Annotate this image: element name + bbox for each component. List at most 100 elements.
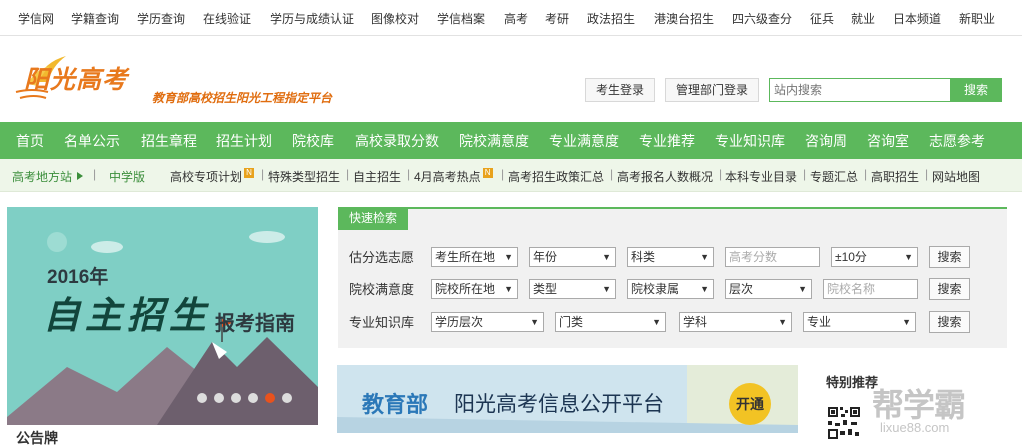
subnav-link-vocational[interactable]: 高职招生 <box>871 168 919 185</box>
banner-subtitle: 报考指南 <box>215 313 295 335</box>
site-slogan: 教育部高校招生阳光工程指定平台 <box>152 91 333 105</box>
topbar-link-xueli[interactable]: 学历查询 <box>137 10 185 27</box>
college-type-select[interactable]: 类型 ▼ <box>529 279 616 299</box>
main-nav: 首页 名单公示 招生章程 招生计划 院校库 高校录取分数 院校满意度 专业满意度… <box>0 122 1022 159</box>
nav-item-consult-room[interactable]: 咨询室 <box>867 131 909 151</box>
score-search-button[interactable]: 搜索 <box>929 246 970 268</box>
carousel-dot[interactable] <box>214 393 224 403</box>
college-name-input[interactable]: 院校名称 <box>823 279 918 299</box>
major-search-button[interactable]: 搜索 <box>929 311 970 333</box>
college-level-select[interactable]: 层次 ▼ <box>725 279 812 299</box>
province-select[interactable]: 考生所在地 ▼ <box>431 247 518 267</box>
nav-item-charter[interactable]: 招生章程 <box>141 131 197 151</box>
topbar-link-xueji[interactable]: 学籍查询 <box>71 10 119 27</box>
gaokao-score-input[interactable]: 高考分数 <box>725 247 820 267</box>
subnav-link-special-type[interactable]: 特殊类型招生 <box>268 168 340 185</box>
site-search-button[interactable]: 搜索 <box>950 78 1002 102</box>
nav-item-colleges[interactable]: 院校库 <box>292 131 334 151</box>
major-select[interactable]: 专业 ▼ <box>803 312 916 332</box>
select-value: 院校所在地 <box>435 282 496 296</box>
separator: | <box>719 167 723 181</box>
info-disclosure-ad[interactable]: 教育部 阳光高考信息公开平台 开通 <box>337 365 798 433</box>
subnav-link-registration[interactable]: 高考报名人数概况 <box>617 168 713 185</box>
subnav-link-topics[interactable]: 专题汇总 <box>810 168 858 185</box>
sub-nav: 高考地方站 | 中学版 高校专项计划 N | 特殊类型招生 | 自主招生 | 4月… <box>0 159 1022 192</box>
topbar-link-newjob[interactable]: 新职业 <box>959 10 995 27</box>
college-affiliation-select[interactable]: 院校隶属 ▼ <box>627 279 714 299</box>
separator: | <box>610 167 614 181</box>
nav-item-volunteer[interactable]: 志愿参考 <box>929 131 985 151</box>
separator: | <box>864 167 868 181</box>
carousel-dot[interactable] <box>248 393 258 403</box>
subnav-link-april-hot[interactable]: 4月高考热点 N <box>414 168 493 185</box>
subnav-link-major-catalog[interactable]: 本科专业目录 <box>725 168 797 185</box>
subject-category-select[interactable]: 科类 ▼ <box>627 247 714 267</box>
score-range-select[interactable]: ±10分 ▼ <box>831 247 918 267</box>
college-search-button[interactable]: 搜索 <box>929 278 970 300</box>
carousel-dot[interactable] <box>197 393 207 403</box>
carousel-dot-active[interactable] <box>265 393 275 403</box>
separator: | <box>346 167 350 181</box>
hot-icon: N <box>482 168 493 178</box>
topbar-link-gangaotai[interactable]: 港澳台招生 <box>654 10 714 27</box>
middle-school-link[interactable]: 中学版 <box>109 168 145 185</box>
subnav-link-special-plan[interactable]: 高校专项计划 N <box>170 168 255 185</box>
select-value: 层次 <box>729 282 754 296</box>
topbar-link-kaoyan[interactable]: 考研 <box>545 10 569 27</box>
subnav-link-label: 4月高考热点 <box>414 170 481 184</box>
select-value: 年份 <box>533 250 558 264</box>
select-value: 专业 <box>807 315 832 329</box>
nav-item-major-satisfaction[interactable]: 专业满意度 <box>549 131 619 151</box>
topbar-link-japan[interactable]: 日本频道 <box>893 10 941 27</box>
year-select[interactable]: 年份 ▼ <box>529 247 616 267</box>
topbar-link-zhengfa[interactable]: 政法招生 <box>587 10 635 27</box>
nav-item-plan[interactable]: 招生计划 <box>216 131 272 151</box>
topbar-link-chsi[interactable]: 学信网 <box>18 10 54 27</box>
nav-item-home[interactable]: 首页 <box>16 131 44 151</box>
topbar-link-archive[interactable]: 学信档案 <box>437 10 485 27</box>
quick-search-tab[interactable]: 快速检索 <box>338 207 408 230</box>
student-login-button[interactable]: 考生登录 <box>585 78 655 102</box>
score-volunteer-label: 估分选志愿 <box>349 250 415 265</box>
education-level-select[interactable]: 学历层次 ▼ <box>431 312 544 332</box>
select-value: 门类 <box>559 315 584 329</box>
banner-title: 自主招生 <box>43 293 211 337</box>
topbar-link-jiuye[interactable]: 就业 <box>851 10 875 27</box>
ad-open-button[interactable]: 开通 <box>729 383 771 425</box>
nav-item-college-satisfaction[interactable]: 院校满意度 <box>459 131 529 151</box>
separator: | <box>925 167 929 181</box>
logo-title: 阳光高考 <box>24 65 129 94</box>
select-value: 学科 <box>683 315 708 329</box>
carousel-dot[interactable] <box>282 393 292 403</box>
topbar-link-verify[interactable]: 在线验证 <box>203 10 251 27</box>
site-search-input[interactable] <box>769 78 951 102</box>
hot-icon: N <box>244 168 255 178</box>
nav-item-major-library[interactable]: 专业知识库 <box>715 131 785 151</box>
topbar-link-certify[interactable]: 学历与成绩认证 <box>270 10 354 27</box>
nav-item-publicity[interactable]: 名单公示 <box>64 131 120 151</box>
separator: | <box>803 167 807 181</box>
nav-item-major-recommend[interactable]: 专业推荐 <box>639 131 695 151</box>
select-value: 类型 <box>533 282 558 296</box>
local-station-link[interactable]: 高考地方站 <box>12 168 72 185</box>
discipline-select[interactable]: 学科 ▼ <box>679 312 792 332</box>
discipline-category-select[interactable]: 门类 ▼ <box>555 312 666 332</box>
admin-login-button[interactable]: 管理部门登录 <box>665 78 759 102</box>
college-location-select[interactable]: 院校所在地 ▼ <box>431 279 518 299</box>
subnav-link-policy[interactable]: 高考招生政策汇总 <box>508 168 604 185</box>
nav-item-consult-week[interactable]: 咨询周 <box>805 131 847 151</box>
subnav-link-sitemap[interactable]: 网站地图 <box>932 168 980 185</box>
dropdown-arrow-icon: ▼ <box>700 284 709 294</box>
dropdown-arrow-icon: ▼ <box>504 252 513 262</box>
banner-carousel[interactable]: 2016年 自主招生 报考指南 <box>7 207 318 425</box>
dropdown-arrow-icon: ▼ <box>652 317 661 327</box>
subnav-link-independent[interactable]: 自主招生 <box>353 168 401 185</box>
topbar-link-cet[interactable]: 四六级查分 <box>732 10 792 27</box>
topbar-link-image[interactable]: 图像校对 <box>371 10 419 27</box>
topbar-link-gaokao[interactable]: 高考 <box>504 10 528 27</box>
carousel-dot[interactable] <box>231 393 241 403</box>
ad-title-ministry: 教育部 <box>362 392 429 417</box>
subnav-link-label: 高校专项计划 <box>170 170 243 184</box>
topbar-link-zhengbing[interactable]: 征兵 <box>810 10 834 27</box>
nav-item-scores[interactable]: 高校录取分数 <box>355 131 439 151</box>
